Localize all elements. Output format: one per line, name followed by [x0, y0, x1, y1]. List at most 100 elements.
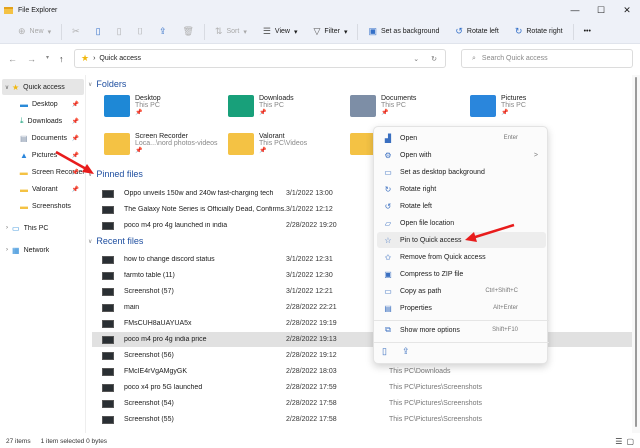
- tiles-view-icon[interactable]: ▢: [626, 437, 634, 446]
- folder-tile[interactable]: Documents This PC 📌: [350, 95, 416, 117]
- sidebar-item-network[interactable]: › ▦ Network: [2, 242, 84, 258]
- paste-button[interactable]: ▯: [109, 22, 130, 42]
- search-input[interactable]: ⌕ Search Quick access: [461, 49, 633, 68]
- sidebar-item-valorant[interactable]: ▬ Valorant 📌: [2, 181, 84, 197]
- sidebar-item-label: Documents: [31, 134, 67, 142]
- menu-item-icon: ▭: [384, 167, 392, 177]
- rotate-left-button[interactable]: ↺ Rotate left: [447, 22, 506, 42]
- cut-button[interactable]: ✂: [64, 22, 88, 42]
- sidebar-item-pictures[interactable]: ▲ Pictures 📌: [2, 147, 84, 163]
- sidebar-item-screenshots[interactable]: ▬ Screenshots: [2, 198, 84, 214]
- pin-icon: 📌: [381, 110, 389, 116]
- sidebar-item-documents[interactable]: ▤ Documents 📌: [2, 130, 84, 146]
- up-arrow-icon[interactable]: ↑: [59, 54, 64, 64]
- folder-tile[interactable]: Valorant This PC\Videos 📌: [228, 133, 307, 155]
- pc-icon: ▭: [12, 223, 20, 233]
- file-row[interactable]: FMsCUH8aUAYUA5x 2/28/2022 19:19: [92, 316, 632, 331]
- copy-icon[interactable]: ▯: [382, 346, 387, 357]
- sidebar-item-quick-access[interactable]: ∨ ★ Quick access: [2, 79, 84, 95]
- maximize-button[interactable]: ☐: [588, 0, 614, 20]
- menu-item-properties[interactable]: ▤ Properties Alt+Enter: [377, 300, 546, 316]
- pin-icon: 📌: [135, 148, 143, 154]
- section-recent-files[interactable]: ∨ Recent files: [88, 236, 143, 246]
- file-row[interactable]: Oppo unveils 150w and 240w fast-charging…: [92, 186, 632, 201]
- section-folders[interactable]: ∨ Folders: [88, 79, 126, 89]
- filter-button[interactable]: ▽ Filter ▾: [305, 22, 355, 42]
- delete-button[interactable]: 🗑: [174, 22, 201, 42]
- view-button[interactable]: ☰ View ▾: [255, 22, 306, 42]
- menu-item-icon: ↻: [384, 184, 392, 194]
- file-row[interactable]: Screenshot (57) 3/1/2022 12:21: [92, 284, 632, 299]
- chevron-down-icon[interactable]: ∨: [2, 84, 12, 91]
- address-bar[interactable]: ★ › Quick access ⌄ ↻: [74, 49, 446, 68]
- documents-icon: ▤: [20, 133, 28, 143]
- menu-item-open-with[interactable]: ⚙ Open with >: [377, 147, 546, 163]
- context-menu: ⧉ Show more options Shift+F10 ▯ ⇪ ▟ Open E…: [373, 126, 549, 364]
- chevron-down-icon[interactable]: ⌄: [413, 55, 419, 63]
- menu-item-copy-as-path[interactable]: ▭ Copy as path Ctrl+Shift+C: [377, 283, 546, 299]
- sidebar-item-downloads[interactable]: ⤓ Downloads 📌: [2, 113, 84, 129]
- menu-item-open-file-location[interactable]: ▱ Open file location: [377, 215, 546, 231]
- back-arrow-icon[interactable]: ←: [8, 54, 17, 64]
- menu-item-open[interactable]: ▟ Open Enter: [377, 130, 546, 146]
- recent-dropdown-icon[interactable]: ▾: [46, 54, 49, 64]
- folder-tile[interactable]: Screen Recorder Loca...\nord photos-video…: [104, 133, 218, 155]
- sidebar-item-label: Downloads: [27, 117, 63, 125]
- file-row[interactable]: main 2/28/2022 22:21: [92, 300, 632, 315]
- sort-button[interactable]: ⇅ Sort ▾: [207, 22, 255, 42]
- folder-tile[interactable]: Desktop This PC 📌: [104, 95, 161, 117]
- file-row[interactable]: FMcIE4rVgAMgyGK 2/28/2022 18:03 This PC\Do…: [92, 364, 632, 379]
- file-row[interactable]: The Galaxy Note Series is Officially Dea…: [92, 202, 632, 217]
- new-button[interactable]: ⊕ New ▾: [10, 22, 59, 42]
- rotate-right-button[interactable]: ↻ Rotate right: [507, 22, 571, 42]
- breadcrumb[interactable]: Quick access: [99, 55, 141, 62]
- chevron-down-icon: ∨: [88, 171, 93, 178]
- more-options-button[interactable]: •••: [576, 22, 599, 42]
- set-as-background-button[interactable]: ▣ Set as background: [360, 22, 447, 42]
- file-row[interactable]: poco x4 pro 5G launched 2/28/2022 17:59 Th…: [92, 380, 632, 395]
- menu-item-show-more-options[interactable]: ⧉ Show more options Shift+F10: [377, 322, 546, 338]
- pin-icon: 📌: [259, 148, 267, 154]
- image-thumbnail-icon: [102, 351, 114, 360]
- file-row[interactable]: Screenshot (54) 2/28/2022 17:58 This PC\Pi…: [92, 396, 632, 411]
- pin-icon: 📌: [71, 152, 79, 159]
- chevron-right-icon[interactable]: ›: [2, 225, 12, 231]
- folder-tile[interactable]: Pictures This PC 📌: [470, 95, 526, 117]
- menu-item-rotate-left[interactable]: ↺ Rotate left: [377, 198, 546, 214]
- file-row[interactable]: how to change discord status 3/1/2022 12:…: [92, 252, 632, 267]
- file-row[interactable]: farmto table (11) 3/1/2022 12:30: [92, 268, 632, 283]
- close-button[interactable]: ✕: [614, 0, 640, 20]
- share-icon[interactable]: ⇪: [402, 346, 410, 357]
- vertical-scrollbar[interactable]: [632, 75, 640, 433]
- menu-item-pin-to-quick-access[interactable]: ☆ Pin to Quick access: [377, 232, 546, 248]
- menu-item-rotate-right[interactable]: ↻ Rotate right: [377, 181, 546, 197]
- sidebar-item-desktop[interactable]: ▬ Desktop 📌: [2, 96, 84, 112]
- minimize-button[interactable]: —: [562, 0, 588, 20]
- menu-item-remove-from-quick-access[interactable]: ✩ Remove from Quick access: [377, 249, 546, 265]
- forward-arrow-icon[interactable]: →: [27, 54, 36, 64]
- filter-icon: ▽: [313, 26, 321, 36]
- sidebar-item-label: This PC: [23, 224, 49, 232]
- pin-icon: 📌: [135, 110, 143, 116]
- section-pinned-files[interactable]: ∨ Pinned files: [88, 169, 143, 179]
- menu-item-icon: ▤: [384, 303, 392, 313]
- chevron-right-icon[interactable]: ›: [2, 247, 12, 253]
- file-row[interactable]: Screenshot (55) 2/28/2022 17:58 This PC\Pi…: [92, 412, 632, 427]
- rename-icon: ⌷: [137, 26, 143, 36]
- image-thumbnail-icon: [102, 335, 114, 344]
- folder-tile[interactable]: Downloads This PC 📌: [228, 95, 294, 117]
- copy-button[interactable]: ▯: [88, 22, 109, 42]
- file-row[interactable]: poco m4 pro 4g india price 2/28/2022 19:1…: [92, 332, 632, 347]
- rename-button[interactable]: ⌷: [130, 22, 151, 42]
- file-row[interactable]: Screenshot (56) 2/28/2022 19:12: [92, 348, 632, 363]
- pin-icon: 📌: [71, 186, 79, 193]
- share-button[interactable]: ⇪: [151, 22, 175, 42]
- refresh-icon[interactable]: ↻: [431, 55, 437, 63]
- sidebar-item-screen-recorder[interactable]: ▬ Screen Recorder 📌: [2, 164, 84, 180]
- pin-icon: 📌: [71, 101, 79, 108]
- menu-item-set-as-desktop-background[interactable]: ▭ Set as desktop background: [377, 164, 546, 180]
- file-row[interactable]: poco m4 pro 4g launched in india 2/28/202…: [92, 218, 632, 233]
- sidebar-item-this-pc[interactable]: › ▭ This PC: [2, 220, 84, 236]
- menu-item-compress-to-zip-file[interactable]: ▣ Compress to ZIP file: [377, 266, 546, 282]
- details-view-icon[interactable]: ☰: [615, 437, 622, 446]
